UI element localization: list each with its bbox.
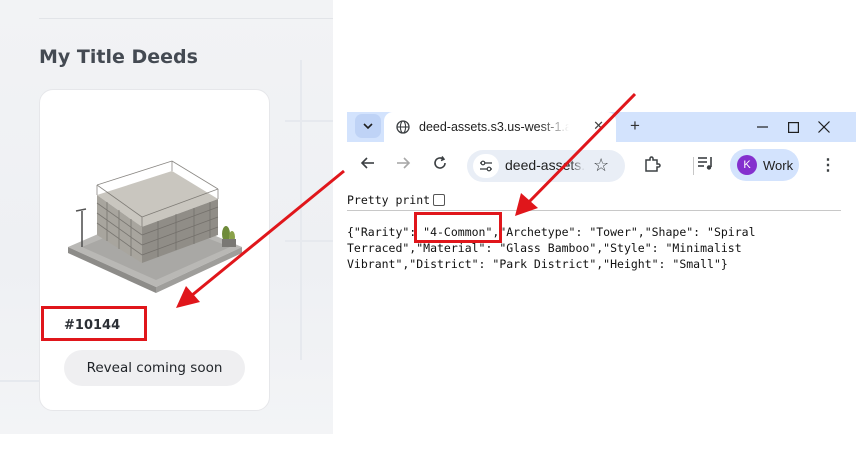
tab-title: deed-assets.s3.us-west-1.amazonaws.com/1… <box>419 120 569 134</box>
rarity-highlight-box <box>414 212 502 243</box>
browser-window: deed-assets.s3.us-west-1.amazonaws.com/1… <box>347 112 856 392</box>
background-decoration <box>285 120 333 122</box>
tab-strip: deed-assets.s3.us-west-1.amazonaws.com/1… <box>347 112 856 142</box>
title-deeds-panel: My Title Deeds #10144 Reveal coming soon <box>0 0 333 434</box>
chevron-down-icon[interactable] <box>355 114 381 138</box>
pretty-print-label: Pretty print <box>347 193 431 207</box>
puzzle-icon[interactable] <box>643 155 661 178</box>
background-decoration <box>285 240 333 242</box>
toolbar-separator <box>693 157 694 175</box>
globe-icon <box>396 120 410 134</box>
pretty-print-bar: Pretty print <box>347 190 841 211</box>
plus-icon[interactable]: + <box>630 116 640 136</box>
pretty-print-checkbox[interactable] <box>433 194 446 206</box>
forward-arrow-icon[interactable] <box>395 155 411 176</box>
window-close-icon[interactable] <box>809 116 839 138</box>
active-tab[interactable]: deed-assets.s3.us-west-1.amazonaws.com/1… <box>384 112 616 142</box>
more-vert-icon[interactable]: ⋮ <box>820 155 836 175</box>
top-divider <box>39 18 333 19</box>
url-text[interactable]: deed-assets.s3.us-west-1.amazonaws.com <box>505 157 585 173</box>
tune-icon[interactable] <box>473 154 499 178</box>
maximize-icon[interactable] <box>778 116 808 138</box>
reveal-coming-soon-button[interactable]: Reveal coming soon <box>64 350 245 386</box>
profile-button[interactable]: K Work <box>730 149 799 181</box>
background-decoration <box>0 380 39 382</box>
media-queue-icon[interactable] <box>697 155 715 176</box>
close-icon[interactable]: ✕ <box>593 118 604 134</box>
profile-name: Work <box>763 157 794 173</box>
section-title: My Title Deeds <box>39 46 198 68</box>
reload-icon[interactable] <box>432 155 448 176</box>
star-icon[interactable]: ☆ <box>593 155 609 176</box>
minimize-icon[interactable] <box>747 116 777 138</box>
address-bar[interactable]: deed-assets.s3.us-west-1.amazonaws.com ☆ <box>467 150 625 182</box>
deed-card[interactable]: #10144 Reveal coming soon <box>39 89 270 411</box>
building-under-construction-icon[interactable] <box>62 135 248 295</box>
browser-toolbar: deed-assets.s3.us-west-1.amazonaws.com ☆… <box>347 142 856 190</box>
avatar: K <box>737 155 757 175</box>
background-decoration <box>300 60 302 360</box>
back-arrow-icon[interactable] <box>360 155 376 176</box>
deed-number-highlight-box <box>41 306 147 341</box>
